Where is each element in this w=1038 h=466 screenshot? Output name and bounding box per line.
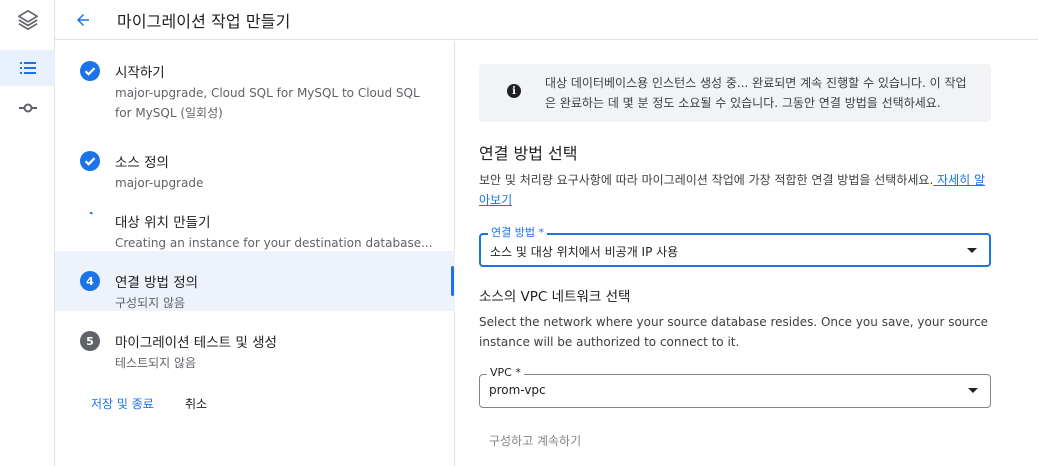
save-exit-button[interactable]: 저장 및 종료 — [91, 395, 154, 412]
cancel-button[interactable]: 취소 — [185, 395, 207, 412]
step-subtitle: 구성되지 않음 — [115, 296, 186, 310]
vpc-description: Select the network where your source dat… — [479, 315, 989, 349]
step-subtitle: Creating an instance for your destinatio… — [115, 236, 433, 250]
step-title: 시작하기 — [115, 65, 165, 81]
step-test-create[interactable]: 5 마이그레이션 테스트 및 생성 테스트되지 않음 — [55, 311, 455, 371]
vpc-select[interactable]: VPC * prom-vpc — [479, 366, 991, 408]
step-title: 마이그레이션 테스트 및 생성 — [115, 335, 277, 351]
step-get-started[interactable]: 시작하기 major-upgrade, Cloud SQL for MySQL … — [55, 41, 455, 120]
step-define-source[interactable]: 소스 정의 major-upgrade — [55, 131, 455, 191]
step-subtitle: 테스트되지 않음 — [115, 356, 197, 370]
connectivity-heading: 연결 방법 선택 — [479, 144, 578, 163]
arrow-back-icon — [77, 13, 89, 26]
info-icon: i — [507, 84, 521, 98]
list-icon — [19, 62, 36, 74]
step-title: 소스 정의 — [115, 155, 169, 171]
info-banner: i 대상 데이터베이스용 인스턴스 생성 중... 완료되면 계속 진행할 수 … — [479, 64, 991, 122]
active-step-indicator — [451, 266, 454, 296]
back-button[interactable] — [69, 6, 97, 34]
check-circle-icon — [80, 61, 100, 81]
rail-item-jobs[interactable] — [0, 50, 55, 86]
step-subtitle: major-upgrade, Cloud SQL for MySQL to Cl… — [115, 86, 420, 120]
step-define-connectivity[interactable]: 4 연결 방법 정의 구성되지 않음 — [55, 251, 455, 311]
vpc-value: prom-vpc — [489, 383, 546, 397]
dropdown-arrow-icon — [968, 388, 978, 393]
configure-continue-button[interactable]: 구성하고 계속하기 — [479, 422, 591, 458]
step-title: 대상 위치 만들기 — [115, 215, 211, 231]
check-circle-icon — [80, 151, 100, 171]
step-subtitle: major-upgrade — [115, 176, 204, 190]
left-rail — [0, 0, 55, 466]
progress-spinner-icon — [80, 211, 100, 231]
connectivity-description: 보안 및 처리량 요구사항에 따라 마이그레이션 작업에 가장 적합한 연결 방… — [479, 173, 986, 207]
commit-icon — [18, 103, 37, 113]
step-create-destination[interactable]: 대상 위치 만들기 Creating an instance for your … — [55, 191, 455, 251]
dropdown-arrow-icon — [967, 248, 977, 253]
layers-icon — [17, 10, 38, 30]
step-number-badge: 4 — [80, 271, 100, 291]
connectivity-method-value: 소스 및 대상 위치에서 비공개 IP 사용 — [490, 245, 679, 259]
info-text: 대상 데이터베이스용 인스턴스 생성 중... 완료되면 계속 진행할 수 있습… — [545, 76, 967, 110]
step-number-badge: 5 — [80, 331, 100, 351]
page-header: 마이그레이션 작업 만들기 — [55, 0, 1038, 40]
rail-item-connections[interactable] — [0, 90, 55, 126]
vpc-label: VPC * — [487, 366, 524, 380]
product-logo[interactable] — [0, 0, 55, 40]
step-title: 연결 방법 정의 — [115, 275, 199, 291]
connectivity-method-select[interactable]: 연결 방법 * 소스 및 대상 위치에서 비공개 IP 사용 — [479, 226, 991, 267]
page-title: 마이그레이션 작업 만들기 — [117, 11, 291, 31]
connectivity-method-label: 연결 방법 * — [488, 226, 547, 240]
vpc-heading: 소스의 VPC 네트워크 선택 — [479, 289, 631, 305]
stepper: 시작하기 major-upgrade, Cloud SQL for MySQL … — [55, 41, 455, 466]
